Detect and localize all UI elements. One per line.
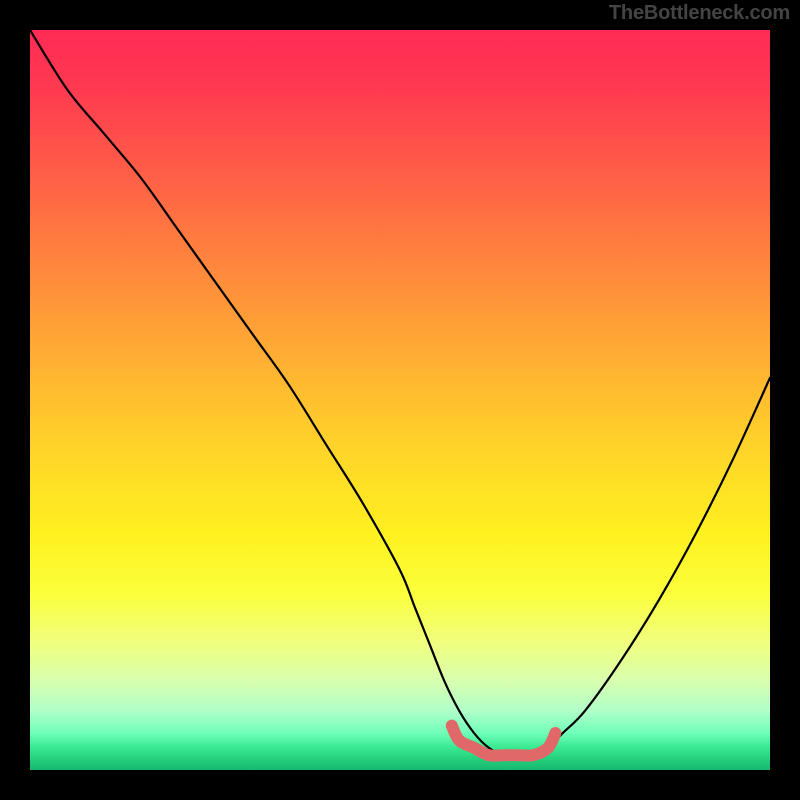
chart-frame: TheBottleneck.com bbox=[0, 0, 800, 800]
bottleneck-curve bbox=[30, 30, 770, 756]
plot-area bbox=[30, 30, 770, 770]
curve-layer bbox=[30, 30, 770, 770]
optimal-marker bbox=[452, 726, 556, 756]
watermark-label: TheBottleneck.com bbox=[609, 2, 790, 25]
